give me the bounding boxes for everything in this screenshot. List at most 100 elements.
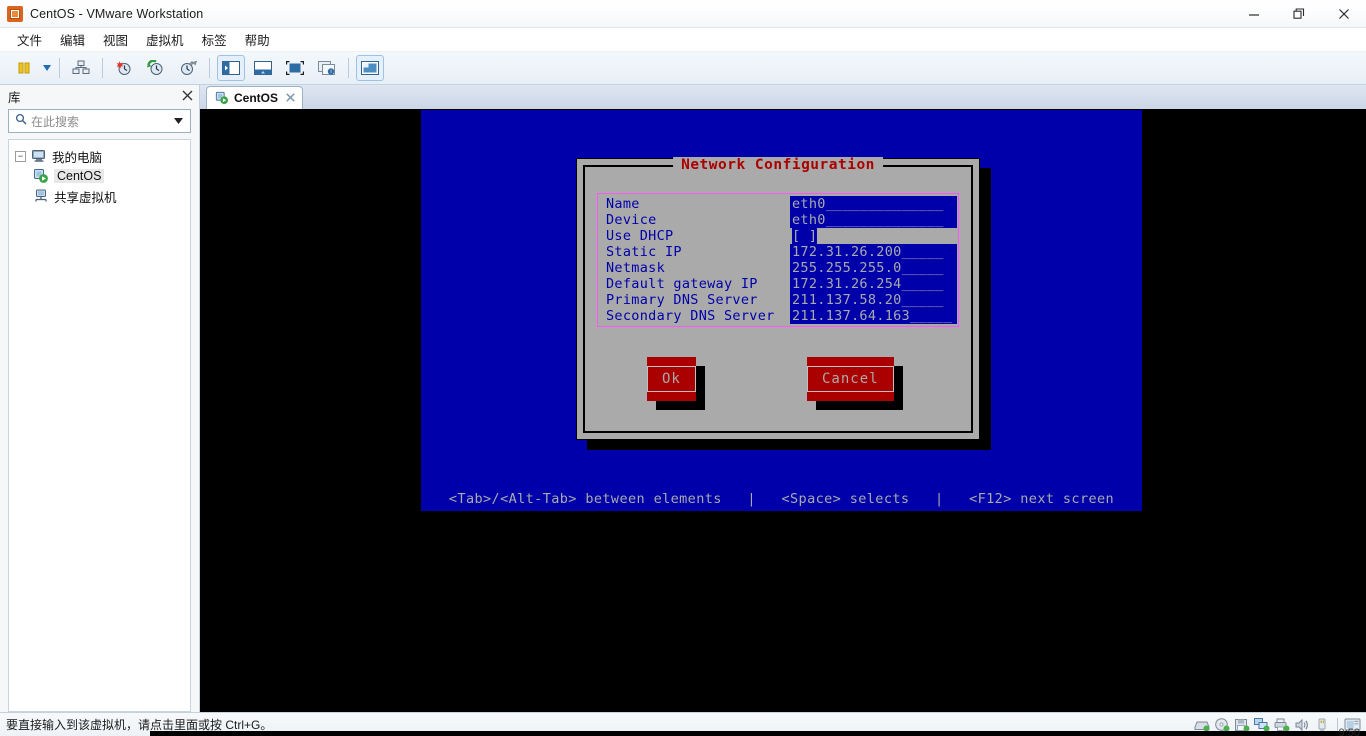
- thumbnail-bar-icon: [254, 61, 272, 75]
- window-controls: [1231, 0, 1366, 28]
- unity-icon: i: [318, 61, 335, 75]
- sidebar-panel-icon: [222, 61, 240, 75]
- console-view-icon: [361, 61, 379, 75]
- tab-label: CentOS: [234, 91, 279, 105]
- close-button[interactable]: [1321, 0, 1366, 28]
- vmware-icon: [7, 5, 23, 22]
- power-dropdown[interactable]: [40, 55, 54, 81]
- field-input-gateway[interactable]: 172.31.26.254_____: [790, 276, 957, 292]
- search-input[interactable]: 在此搜索: [31, 113, 174, 130]
- field-input-static-ip[interactable]: 172.31.26.200_____: [790, 244, 957, 260]
- library-header: 库: [0, 85, 199, 107]
- svg-text:i: i: [330, 69, 331, 75]
- clock: 9:50: [1338, 727, 1360, 736]
- tab-close-button[interactable]: [286, 91, 295, 105]
- fullscreen-button[interactable]: [281, 55, 309, 81]
- pause-icon: [18, 62, 30, 74]
- close-icon: [1338, 9, 1349, 19]
- tab-centos[interactable]: CentOS: [206, 86, 304, 109]
- menu-help[interactable]: 帮助: [236, 28, 279, 51]
- show-thumbnails-button[interactable]: [249, 55, 277, 81]
- screen-edge-strip: [150, 731, 1366, 736]
- close-icon: [286, 93, 295, 102]
- toolbar-separator: [348, 58, 349, 78]
- toolbar-separator: [102, 58, 103, 78]
- manage-snapshots-button[interactable]: [174, 55, 202, 81]
- tree-item-centos[interactable]: CentOS: [9, 166, 190, 186]
- main-body: 库 在此搜索 − 我的电脑 CentOS 共享虚拟机 CentOS Networ…: [0, 85, 1366, 712]
- vm-running-icon: [33, 168, 49, 184]
- field-label-static-ip: Static IP: [606, 244, 682, 260]
- field-input-secondary-dns[interactable]: 211.137.64.163_____: [790, 308, 957, 324]
- shared-vm-icon: [33, 188, 49, 204]
- menu-tabs[interactable]: 标签: [193, 28, 236, 51]
- field-label-secondary-dns: Secondary DNS Server: [606, 308, 775, 324]
- field-input-name[interactable]: eth0______________: [790, 196, 957, 212]
- network-configuration-dialog: Network Configuration Name Device Use DH…: [576, 157, 980, 440]
- cancel-button[interactable]: Cancel: [807, 357, 903, 410]
- library-title: 库: [8, 90, 21, 105]
- revert-snapshot-button[interactable]: [142, 55, 170, 81]
- ok-button[interactable]: Ok: [647, 357, 705, 410]
- tree-item-shared-vms[interactable]: 共享虚拟机: [9, 186, 190, 206]
- restore-icon: [1292, 8, 1304, 19]
- tree-item-label: 共享虚拟机: [54, 190, 117, 205]
- vm-running-icon: [215, 91, 229, 105]
- tree-item-label: 我的电脑: [52, 150, 103, 165]
- menu-vm[interactable]: 虚拟机: [137, 28, 193, 51]
- dialog-buttons: Ok Cancel: [585, 357, 971, 417]
- field-panel: Name Device Use DHCP Static IP Netmask D…: [597, 193, 959, 327]
- menu-bar: 文件 编辑 视图 虚拟机 标签 帮助: [0, 28, 1366, 52]
- computer-icon: [31, 148, 47, 164]
- expand-toggle-icon[interactable]: −: [15, 150, 26, 162]
- library-tree: − 我的电脑 CentOS 共享虚拟机: [8, 139, 191, 712]
- field-label-gateway: Default gateway IP: [606, 276, 758, 292]
- field-checkbox-use-dhcp[interactable]: [ ]: [790, 228, 957, 244]
- field-label-use-dhcp: Use DHCP: [606, 228, 674, 244]
- library-sidebar: 库 在此搜索 − 我的电脑 CentOS 共享虚拟机: [0, 85, 200, 712]
- unity-button[interactable]: i: [313, 55, 341, 81]
- status-bar: 要直接输入到该虚拟机，请点击里面或按 Ctrl+G。 9:50: [0, 712, 1366, 736]
- field-input-device[interactable]: eth0______________: [790, 212, 957, 228]
- chevron-down-icon: [174, 118, 183, 124]
- ok-button-label: Ok: [647, 366, 696, 392]
- console-view-button[interactable]: [356, 55, 384, 81]
- search-dropdown-button[interactable]: [174, 116, 183, 126]
- field-label-primary-dns: Primary DNS Server: [606, 292, 758, 308]
- library-close-button[interactable]: [182, 90, 193, 103]
- menu-file[interactable]: 文件: [8, 28, 51, 51]
- toolbar: i: [0, 52, 1366, 85]
- restore-button[interactable]: [1276, 0, 1321, 28]
- window-titlebar: CentOS - VMware Workstation: [0, 0, 1366, 28]
- menu-view[interactable]: 视图: [94, 28, 137, 51]
- window-title: CentOS - VMware Workstation: [30, 6, 204, 21]
- minimize-icon: [1248, 14, 1259, 16]
- vm-console-screen[interactable]: Network Configuration Name Device Use DH…: [200, 109, 1366, 712]
- field-input-netmask[interactable]: 255.255.255.0_____: [790, 260, 957, 276]
- dialog-frame: Network Configuration Name Device Use DH…: [583, 157, 973, 433]
- show-library-button[interactable]: [217, 55, 245, 81]
- menu-edit[interactable]: 编辑: [51, 28, 94, 51]
- console-help-line: <Tab>/<Alt-Tab> between elements | <Spac…: [448, 491, 1115, 507]
- toolbar-separator: [209, 58, 210, 78]
- toolbar-separator: [59, 58, 60, 78]
- chevron-down-icon: [43, 65, 51, 71]
- search-icon: [15, 112, 27, 130]
- minimize-button[interactable]: [1231, 0, 1276, 28]
- suspend-button[interactable]: [10, 55, 38, 81]
- tab-strip: CentOS: [200, 85, 1366, 109]
- field-labels: Name Device Use DHCP Static IP Netmask D…: [600, 196, 790, 324]
- vm-pane: CentOS Network Configuration Name Device…: [200, 85, 1366, 712]
- cancel-button-label: Cancel: [807, 366, 894, 392]
- snapshot-settings-icon: [181, 60, 197, 75]
- field-label-device: Device: [606, 212, 657, 228]
- centos-installer-console: Network Configuration Name Device Use DH…: [421, 110, 1142, 511]
- snapshot-manager-icon: [72, 60, 90, 74]
- search-box[interactable]: 在此搜索: [8, 109, 191, 133]
- take-snapshot-icon: [116, 61, 131, 75]
- tree-item-my-computer[interactable]: − 我的电脑: [9, 146, 190, 166]
- snapshot-manager-button[interactable]: [67, 55, 95, 81]
- take-snapshot-button[interactable]: [110, 55, 138, 81]
- revert-snapshot-icon: [147, 60, 163, 75]
- field-input-primary-dns[interactable]: 211.137.58.20_____: [790, 292, 957, 308]
